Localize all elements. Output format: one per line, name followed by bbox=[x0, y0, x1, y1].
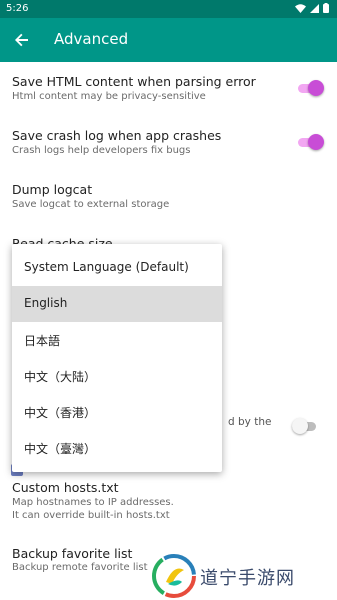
battery-icon bbox=[323, 3, 329, 13]
language-option[interactable]: 中文（香港） bbox=[12, 394, 222, 430]
setting-dump-logcat[interactable]: Dump logcat Save logcat to external stor… bbox=[0, 170, 337, 224]
language-option[interactable]: 日本語 bbox=[12, 322, 222, 358]
setting-subtitle: Save logcat to external storage bbox=[12, 199, 170, 210]
status-bar: 5:26 bbox=[0, 0, 337, 18]
signal-icon bbox=[310, 3, 319, 13]
setting-subtitle-line1: Map hostnames to IP addresses. bbox=[12, 497, 174, 508]
watermark-text: 道宁手游网 bbox=[200, 568, 295, 589]
setting-title: Dump logcat bbox=[12, 182, 93, 197]
save-html-toggle[interactable] bbox=[298, 80, 324, 96]
setting-save-crash-log[interactable]: Save crash log when app crashes Crash lo… bbox=[0, 116, 337, 170]
language-dropdown-menu: System Language (Default) English 日本語 中文… bbox=[12, 244, 222, 472]
save-crash-log-toggle[interactable] bbox=[298, 134, 324, 150]
back-arrow-icon[interactable] bbox=[12, 30, 32, 50]
setting-title: Custom hosts.txt bbox=[12, 480, 119, 495]
watermark: 道宁手游网 bbox=[150, 550, 337, 600]
watermark-logo-icon bbox=[152, 554, 196, 598]
setting-custom-hosts[interactable]: Custom hosts.txt Map hostnames to IP add… bbox=[0, 474, 337, 532]
setting-subtitle-line2: It can override built-in hosts.txt bbox=[12, 510, 170, 521]
language-option-selected[interactable]: English bbox=[12, 286, 222, 322]
setting-subtitle-partial: d by the bbox=[228, 416, 272, 428]
setting-title: Save HTML content when parsing error bbox=[12, 74, 256, 89]
app-bar: Advanced bbox=[0, 18, 337, 62]
wifi-icon bbox=[295, 3, 306, 13]
status-time: 5:26 bbox=[6, 3, 29, 14]
language-option[interactable]: System Language (Default) bbox=[12, 250, 222, 286]
setting-subtitle: Backup remote favorite list bbox=[12, 562, 148, 573]
hidden-setting-toggle[interactable] bbox=[292, 418, 318, 434]
page-title: Advanced bbox=[54, 30, 129, 48]
setting-save-html[interactable]: Save HTML content when parsing error Htm… bbox=[0, 62, 337, 116]
language-option[interactable]: 中文（大陆） bbox=[12, 358, 222, 394]
setting-title: Backup favorite list bbox=[12, 546, 133, 561]
setting-title: Save crash log when app crashes bbox=[12, 128, 222, 143]
status-icons bbox=[295, 3, 329, 13]
setting-subtitle: Html content may be privacy-sensitive bbox=[12, 91, 206, 102]
setting-subtitle: Crash logs help developers fix bugs bbox=[12, 145, 191, 156]
language-option[interactable]: 中文（臺灣） bbox=[12, 430, 222, 466]
